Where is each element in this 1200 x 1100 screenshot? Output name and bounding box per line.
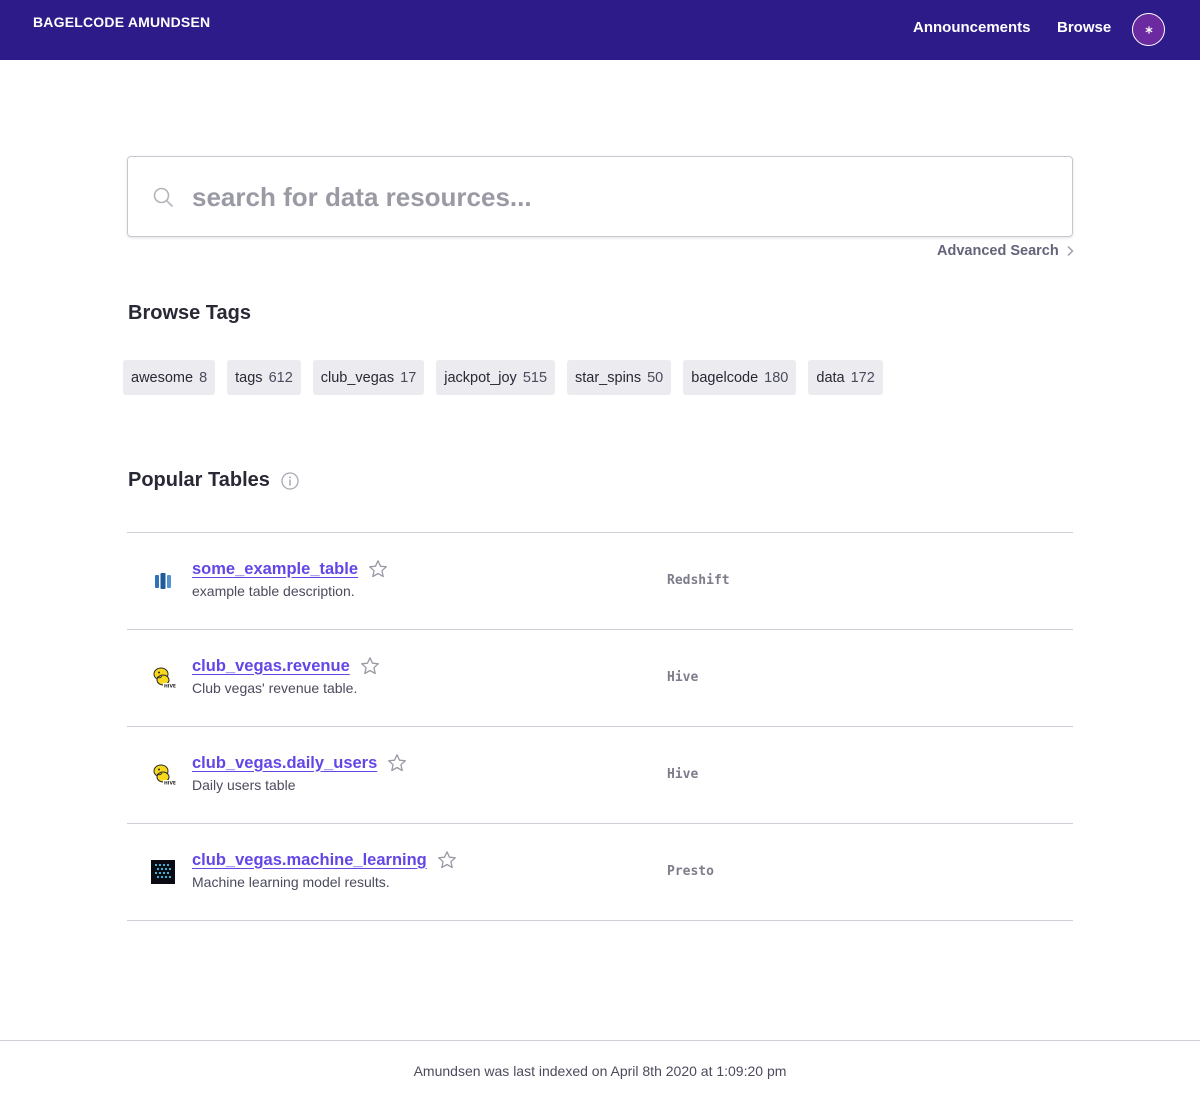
user-avatar-icon[interactable] (1132, 13, 1165, 46)
nav-link-announcements[interactable]: Announcements (913, 19, 1031, 36)
table-description: example table description. (192, 583, 355, 599)
table-source: Presto (667, 864, 714, 879)
table-name: some_example_table (192, 559, 359, 578)
tag-name: jackpot_joy (444, 369, 517, 386)
table-description: Daily users table (192, 777, 296, 793)
table-name-link[interactable]: club_vegas.daily_users (192, 753, 407, 773)
tag-count: 180 (764, 369, 789, 386)
popular-tables-list: some_example_table example table descrip… (127, 532, 1073, 921)
tag-count: 172 (850, 369, 875, 386)
hive-icon: HIVE (153, 764, 176, 787)
star-bookmark-icon[interactable] (368, 559, 388, 579)
top-navbar: BAGELCODE AMUNDSEN Announcements Browse (0, 0, 1200, 60)
search-input[interactable] (192, 175, 1052, 219)
hive-icon: HIVE (153, 667, 176, 690)
table-row[interactable]: some_example_table example table descrip… (127, 533, 1073, 630)
footer: Amundsen was last indexed on April 8th 2… (0, 1040, 1200, 1100)
avatar-asterisk-icon (1145, 25, 1152, 34)
table-name-link[interactable]: some_example_table (192, 559, 388, 579)
table-source: Hive (667, 670, 699, 685)
table-name-link[interactable]: club_vegas.revenue (192, 656, 380, 676)
tag-chip-jackpot-joy[interactable]: jackpot_joy 515 (436, 360, 556, 395)
table-name-link[interactable]: club_vegas.machine_learning (192, 850, 457, 870)
star-bookmark-icon[interactable] (437, 850, 457, 870)
tag-chip-star-spins[interactable]: star_spins 50 (567, 360, 672, 395)
last-indexed-text: Amundsen was last indexed on April 8th 2… (413, 1063, 787, 1079)
tag-chip-awesome[interactable]: awesome 8 (123, 360, 216, 395)
tag-name: bagelcode (691, 369, 759, 386)
tag-count: 50 (647, 369, 664, 386)
advanced-search-link[interactable]: Advanced Search (937, 243, 1074, 259)
advanced-search-label: Advanced Search (937, 243, 1059, 259)
table-name: club_vegas.daily_users (192, 753, 378, 772)
table-source: Redshift (667, 573, 730, 588)
table-row[interactable]: HIVE club_vegas.daily_users Daily users … (127, 727, 1073, 824)
tag-count: 612 (268, 369, 293, 386)
info-icon[interactable] (281, 471, 299, 490)
brand-logo-text[interactable]: BAGELCODE AMUNDSEN (33, 14, 210, 30)
tag-name: awesome (131, 369, 194, 386)
tag-count: 17 (400, 369, 417, 386)
tag-chip-club-vegas[interactable]: club_vegas 17 (312, 360, 425, 395)
popular-tables-title-text: Popular Tables (128, 469, 270, 491)
tag-chip-bagelcode[interactable]: bagelcode 180 (683, 360, 797, 395)
tag-count: 515 (522, 369, 548, 386)
nav-link-browse[interactable]: Browse (1057, 19, 1111, 36)
redshift-icon (155, 573, 171, 589)
star-bookmark-icon[interactable] (360, 656, 380, 676)
table-row[interactable]: club_vegas.machine_learning Machine lear… (127, 824, 1073, 921)
svg-text:HIVE: HIVE (164, 781, 176, 787)
table-description: Machine learning model results. (192, 874, 390, 890)
table-source: Hive (667, 767, 699, 782)
table-row[interactable]: HIVE club_vegas.revenue Club vegas' reve… (127, 630, 1073, 727)
tag-chip-data[interactable]: data 172 (808, 360, 883, 395)
table-name: club_vegas.machine_learning (192, 850, 427, 869)
chevron-right-icon (1067, 245, 1074, 257)
tag-chip-tags[interactable]: tags 612 (227, 360, 301, 395)
tag-count: 8 (199, 369, 208, 386)
table-description: Club vegas' revenue table. (192, 680, 358, 696)
tag-name: tags (235, 369, 263, 386)
browse-tags-title: Browse Tags (128, 302, 251, 324)
popular-tables-title: Popular Tables (128, 469, 299, 492)
tag-name: club_vegas (320, 369, 395, 386)
tag-name: star_spins (575, 369, 642, 386)
svg-text:HIVE: HIVE (164, 684, 176, 690)
table-name: club_vegas.revenue (192, 656, 350, 675)
search-icon (153, 187, 173, 207)
tag-list: awesome 8 tags 612 club_vegas 17 jackpot… (123, 360, 883, 395)
presto-icon (151, 860, 175, 884)
search-box (127, 156, 1073, 237)
tag-name: data (816, 369, 845, 386)
star-bookmark-icon[interactable] (387, 753, 407, 773)
